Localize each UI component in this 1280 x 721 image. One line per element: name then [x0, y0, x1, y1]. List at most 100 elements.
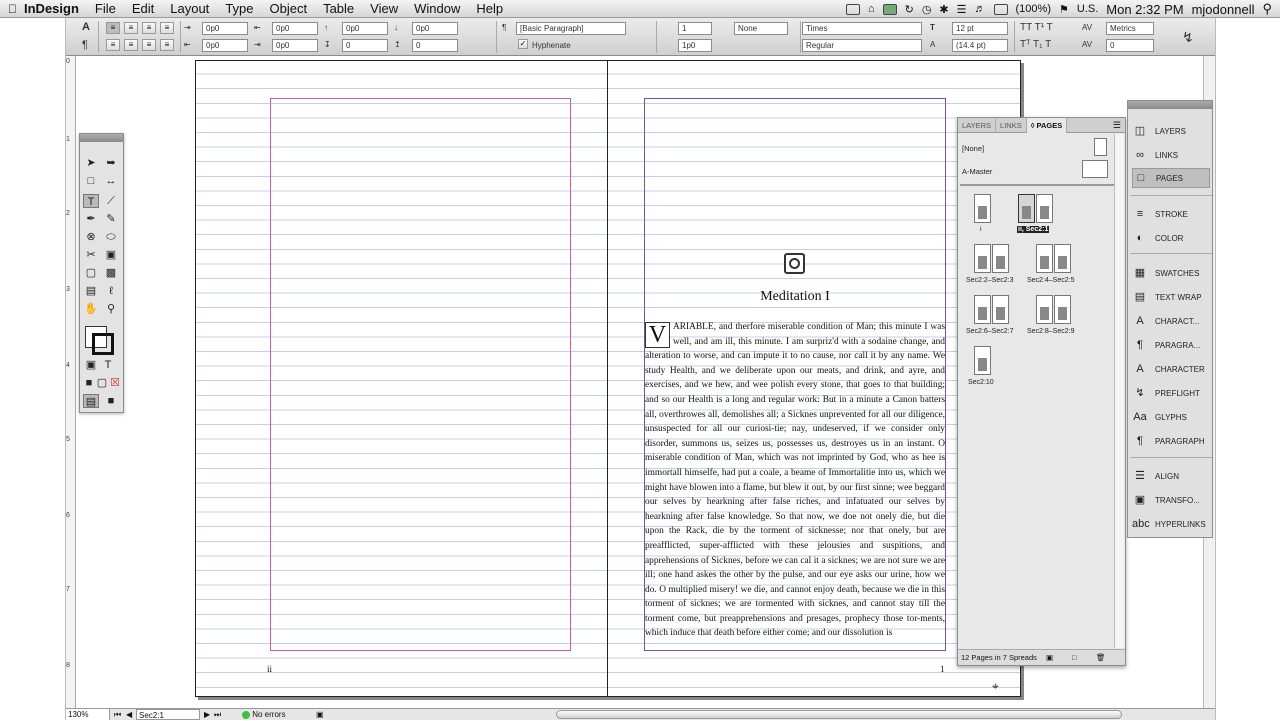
- zoom-tool-icon[interactable]: ⚲: [103, 302, 119, 316]
- masters-divider[interactable]: [960, 184, 1120, 186]
- dock-item-transform[interactable]: ▣ TRANSFO...: [1132, 490, 1210, 510]
- selection-tool-icon[interactable]: ➤: [83, 156, 99, 170]
- all-caps-icon[interactable]: TT T¹ T: [1020, 22, 1053, 33]
- page-thumb[interactable]: [1054, 295, 1071, 324]
- justify-right-icon[interactable]: ≡: [142, 39, 156, 51]
- stroke-swatch-icon[interactable]: [92, 333, 114, 355]
- gradient-feather-tool-icon[interactable]: ▩: [103, 266, 119, 280]
- new-page-icon[interactable]: □: [1072, 650, 1077, 665]
- formatting-container-icon[interactable]: ▣: [83, 358, 99, 372]
- scissors-tool-icon[interactable]: ✂: [83, 248, 99, 262]
- pencil-tool-icon[interactable]: ✎: [103, 212, 119, 226]
- menu-help[interactable]: Help: [468, 0, 511, 18]
- page-title[interactable]: Meditation I: [645, 289, 945, 305]
- building-icon[interactable]: ⌂: [868, 3, 875, 15]
- dock-item-character-styles[interactable]: A CHARACT...: [1132, 311, 1210, 331]
- eyedropper-tool-icon[interactable]: ℓ: [103, 284, 119, 298]
- type-tool-icon[interactable]: T: [83, 194, 99, 208]
- hand-tool-icon[interactable]: ✋: [83, 302, 99, 316]
- page-thumb[interactable]: [992, 295, 1009, 324]
- menu-view[interactable]: View: [362, 0, 406, 18]
- dock-item-layers[interactable]: ◫ LAYERS: [1132, 121, 1210, 141]
- dock-item-glyphs[interactable]: Aa GLYPHS: [1132, 407, 1210, 427]
- calendar-icon[interactable]: [845, 3, 860, 15]
- menu-user[interactable]: mjodonnell: [1192, 2, 1255, 17]
- font-size-field[interactable]: 12 pt: [952, 22, 1008, 35]
- dock-item-pages[interactable]: □ PAGES: [1132, 168, 1210, 188]
- prev-page-icon[interactable]: ◀: [126, 709, 132, 720]
- columns-field[interactable]: 1: [678, 22, 712, 35]
- font-style-select[interactable]: Regular: [802, 39, 922, 52]
- next-page-icon[interactable]: ▶: [204, 709, 210, 720]
- preflight-status[interactable]: No errors: [242, 709, 286, 720]
- align-towards-spine-icon[interactable]: ≡: [160, 22, 174, 34]
- normal-view-icon[interactable]: ▤: [83, 394, 99, 408]
- vertical-ruler[interactable]: 0 1 2 3 4 5 6 7 8: [66, 56, 76, 708]
- dock-item-swatches[interactable]: ▦ SWATCHES: [1132, 263, 1210, 283]
- clock-icon[interactable]: ◷: [922, 3, 932, 16]
- bluetooth-icon[interactable]: ✱: [939, 3, 948, 16]
- menu-object[interactable]: Object: [262, 0, 316, 18]
- kerning-field[interactable]: Metrics: [1106, 22, 1154, 35]
- zoom-field[interactable]: 130%: [66, 709, 110, 720]
- flag-icon[interactable]: ⚑: [1059, 3, 1069, 16]
- menu-layout[interactable]: Layout: [162, 0, 217, 18]
- horizontal-scrollbar[interactable]: [556, 710, 1122, 719]
- first-page-icon[interactable]: ⏮: [114, 709, 121, 720]
- paragraph-style-select[interactable]: [Basic Paragraph]: [516, 22, 626, 35]
- last-page-icon[interactable]: ⏭: [214, 709, 221, 720]
- shading-select[interactable]: None: [734, 22, 788, 35]
- spotlight-search-icon[interactable]: ⚲: [1262, 1, 1272, 17]
- page-thumb[interactable]: [1054, 244, 1071, 273]
- formatting-text-icon[interactable]: T: [100, 358, 116, 372]
- dock-item-links[interactable]: ∞ LINKS: [1132, 145, 1210, 165]
- dock-item-paragraph[interactable]: ¶ PARAGRAPH: [1132, 431, 1210, 451]
- first-line-indent-field[interactable]: 0p0: [202, 39, 248, 52]
- character-mode-icon[interactable]: A: [82, 21, 90, 33]
- right-indent-field[interactable]: 0p0: [272, 22, 318, 35]
- master-a-thumb[interactable]: [1082, 160, 1108, 178]
- dock-item-stroke[interactable]: ≡ STROKE: [1132, 204, 1210, 224]
- dock-item-color[interactable]: ◐ COLOR: [1132, 228, 1210, 248]
- gap-tool-icon[interactable]: ↔: [103, 174, 119, 188]
- master-none[interactable]: [None]: [962, 144, 984, 153]
- page-thumb[interactable]: [974, 346, 991, 375]
- dock-titlebar[interactable]: [1128, 101, 1212, 109]
- gutter-field[interactable]: 1p0: [678, 39, 712, 52]
- text-frame[interactable]: V ARIABLE, and therfore miserable conditi…: [645, 320, 945, 652]
- page-thumb[interactable]: [1036, 295, 1053, 324]
- dock-item-character[interactable]: A CHARACTER: [1132, 359, 1210, 379]
- justify-all-icon[interactable]: ≡: [160, 39, 174, 51]
- dock-item-preflight[interactable]: ↯ PREFLIGHT: [1132, 383, 1210, 403]
- hyphenate-checkbox[interactable]: ✓: [518, 39, 528, 49]
- align-left-icon[interactable]: ≡: [106, 22, 120, 34]
- sync-icon[interactable]: ↻: [905, 3, 914, 16]
- dock-item-hyperlinks[interactable]: abc HYPERLINKS: [1132, 514, 1210, 534]
- preview-view-icon[interactable]: ■: [103, 394, 119, 408]
- left-indent-field[interactable]: 0p0: [202, 22, 248, 35]
- space-after-field[interactable]: 0p0: [412, 22, 458, 35]
- justify-center-icon[interactable]: ≡: [124, 39, 138, 51]
- page-thumb[interactable]: [1018, 194, 1035, 223]
- menu-file[interactable]: File: [87, 0, 124, 18]
- battery-icon[interactable]: [993, 3, 1008, 15]
- gradient-swatch-tool-icon[interactable]: ▢: [83, 266, 99, 280]
- small-caps-icon[interactable]: Tᵀ T₁ T: [1020, 39, 1051, 50]
- page-thumb[interactable]: [1036, 244, 1053, 273]
- menu-clock[interactable]: Mon 2:32 PM: [1106, 2, 1183, 17]
- direct-selection-tool-icon[interactable]: ➥: [103, 156, 119, 170]
- page-thumb[interactable]: [992, 244, 1009, 273]
- master-none-thumb[interactable]: [1094, 138, 1107, 156]
- drop-cap-lines-field[interactable]: 0: [342, 39, 388, 52]
- space-before-field[interactable]: 0p0: [342, 22, 388, 35]
- note-tool-icon[interactable]: ▤: [83, 284, 99, 298]
- input-locale[interactable]: U.S.: [1077, 3, 1098, 15]
- last-line-indent-field[interactable]: 0p0: [272, 39, 318, 52]
- wifi-icon[interactable]: ☰: [957, 3, 967, 16]
- ellipse-tool-icon[interactable]: ⬭: [103, 230, 119, 244]
- page-tool-icon[interactable]: □: [83, 174, 99, 188]
- paragraph-mode-icon[interactable]: ¶: [82, 39, 88, 51]
- page-thumb[interactable]: [974, 194, 991, 223]
- leading-field[interactable]: (14.4 pt): [952, 39, 1008, 52]
- pen-tool-icon[interactable]: ✒: [83, 212, 99, 226]
